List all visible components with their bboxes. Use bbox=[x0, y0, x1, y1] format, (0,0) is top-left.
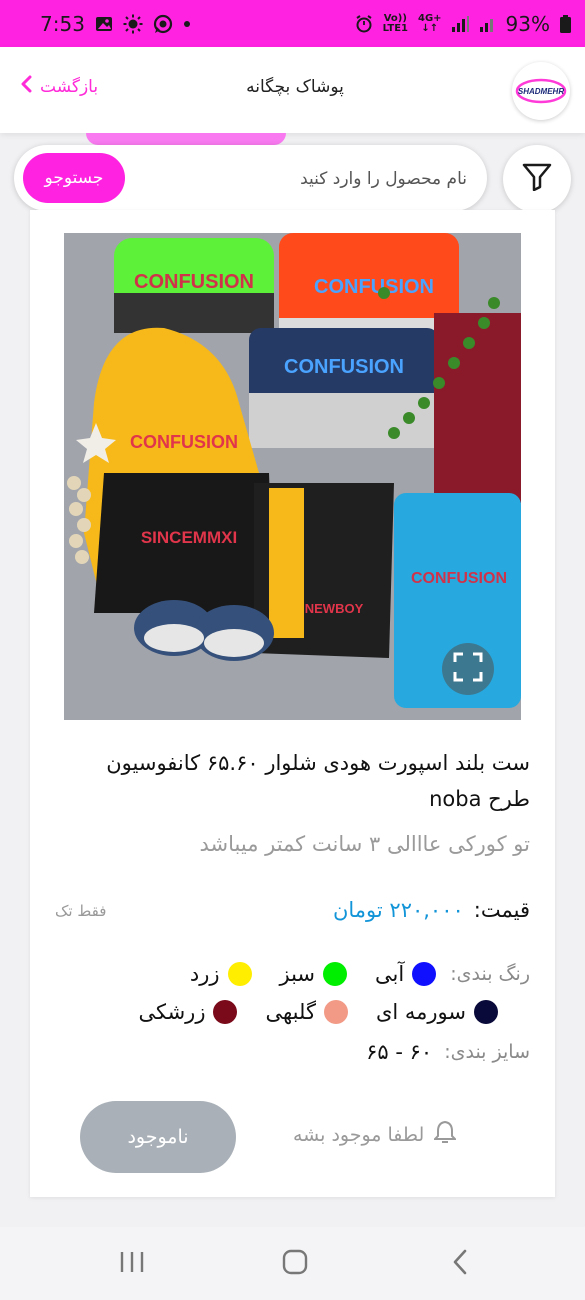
price-value: ۲۲۰,۰۰۰ تومان bbox=[332, 898, 464, 922]
single-only-note: فقط تک bbox=[55, 902, 107, 920]
alarm-icon bbox=[355, 14, 373, 33]
product-title: ست بلند اسپورت هودی شلوار ۶۵.۶۰ کانفوسیو… bbox=[106, 751, 530, 811]
search-bar: جستوجو bbox=[14, 145, 487, 213]
color-option-yellow[interactable]: زرد bbox=[190, 962, 252, 986]
page-title: پوشاک بچگانه bbox=[246, 77, 344, 97]
color-option-peach[interactable]: گلبهی bbox=[265, 1000, 348, 1024]
search-input[interactable] bbox=[135, 145, 469, 213]
notification-dot-icon bbox=[183, 20, 191, 28]
color-swatch bbox=[412, 962, 437, 986]
signal-icon bbox=[451, 15, 470, 32]
brightness-icon bbox=[123, 14, 143, 34]
whatsapp-icon bbox=[153, 14, 173, 34]
filter-icon bbox=[522, 163, 552, 195]
colors-label: رنگ بندی: bbox=[450, 963, 530, 985]
filter-button[interactable] bbox=[503, 145, 571, 213]
product-card: CONFUSION CONFUSION CONFUSION CONFUSION … bbox=[30, 210, 555, 1197]
product-description: تو کورکی عااالی ۳ سانت کمتر میباشد bbox=[199, 832, 531, 856]
color-swatch bbox=[213, 1000, 238, 1024]
color-name: زرد bbox=[189, 962, 220, 986]
back-arrow-icon bbox=[452, 1249, 468, 1279]
sizes-label: سایز بندی: bbox=[444, 1041, 530, 1063]
notify-me-button[interactable]: لطفا موجود بشه bbox=[293, 1120, 458, 1149]
color-name: آبی bbox=[375, 962, 405, 986]
chevron-left-icon bbox=[20, 75, 32, 98]
unavailable-button[interactable]: ناموجود bbox=[80, 1101, 236, 1173]
color-swatch bbox=[227, 962, 252, 986]
battery-icon bbox=[560, 14, 571, 33]
image-print-pants: NEWBOY bbox=[305, 601, 364, 616]
bell-icon bbox=[432, 1120, 458, 1149]
category-tab-indicator bbox=[86, 133, 286, 145]
image-print-orange: CONFUSION bbox=[314, 276, 434, 298]
color-name: سبز bbox=[279, 962, 316, 986]
expand-icon bbox=[453, 652, 483, 686]
status-time: 7:53 bbox=[40, 11, 85, 36]
battery-percent: 93% bbox=[505, 11, 550, 36]
color-swatch bbox=[323, 962, 348, 986]
color-name: سورمه ای bbox=[375, 1000, 466, 1024]
system-nav-bar bbox=[0, 1227, 585, 1300]
shop-logo[interactable]: SHADMEHR bbox=[512, 62, 570, 120]
svg-text:SHADMEHR: SHADMEHR bbox=[518, 87, 564, 96]
back-button[interactable]: بازگشت bbox=[20, 75, 98, 98]
image-print-sweat: SINCEMMXI bbox=[141, 528, 237, 547]
color-option-maroon[interactable]: زرشکی bbox=[138, 1000, 238, 1024]
image-print-navy: CONFUSION bbox=[284, 356, 404, 378]
color-swatch bbox=[323, 1000, 348, 1024]
price-label: قیمت: bbox=[473, 898, 530, 922]
home-icon bbox=[282, 1249, 308, 1279]
image-print-yellow: CONFUSION bbox=[130, 432, 238, 452]
price-row: قیمت: ۲۲۰,۰۰۰ تومان bbox=[333, 898, 530, 922]
network-type-indicator: 4G+ ↓↑ bbox=[418, 12, 442, 34]
notify-label: لطفا موجود بشه bbox=[293, 1123, 425, 1146]
image-print-green: CONFUSION bbox=[134, 271, 254, 293]
fullscreen-button[interactable] bbox=[442, 643, 494, 695]
gallery-icon bbox=[95, 16, 113, 32]
product-image[interactable]: CONFUSION CONFUSION CONFUSION CONFUSION … bbox=[64, 233, 521, 720]
color-options: رنگ بندی: آبی سبز زرد سورمه ای گلبهی زرش… bbox=[120, 955, 530, 1031]
app-header: بازگشت پوشاک بچگانه SHADMEHR bbox=[0, 47, 585, 133]
color-option-navy[interactable]: سورمه ای bbox=[376, 1000, 498, 1024]
recent-apps-icon bbox=[119, 1250, 145, 1278]
color-option-green[interactable]: سبز bbox=[280, 962, 348, 986]
volte-indicator: Vo)) LTE1 bbox=[382, 12, 408, 34]
status-bar: 7:53 Vo)) LTE1 4G+ ↓↑ 93% bbox=[0, 0, 585, 47]
back-label: بازگشت bbox=[40, 76, 99, 97]
image-print-blue: CONFUSION bbox=[411, 570, 507, 587]
size-options: سایز بندی: ۶۰ - ۶۵ bbox=[366, 1040, 530, 1064]
color-swatch bbox=[474, 1000, 498, 1024]
sizes-value: ۶۰ - ۶۵ bbox=[366, 1040, 433, 1064]
search-button[interactable]: جستوجو bbox=[23, 153, 125, 203]
signal-2-icon bbox=[479, 16, 496, 32]
recent-apps-button[interactable] bbox=[112, 1247, 152, 1281]
system-back-button[interactable] bbox=[440, 1247, 480, 1281]
home-button[interactable] bbox=[275, 1247, 315, 1281]
color-name: گلبهی bbox=[265, 1000, 316, 1024]
color-option-blue[interactable]: آبی bbox=[375, 962, 437, 986]
color-name: زرشکی bbox=[138, 1000, 206, 1024]
